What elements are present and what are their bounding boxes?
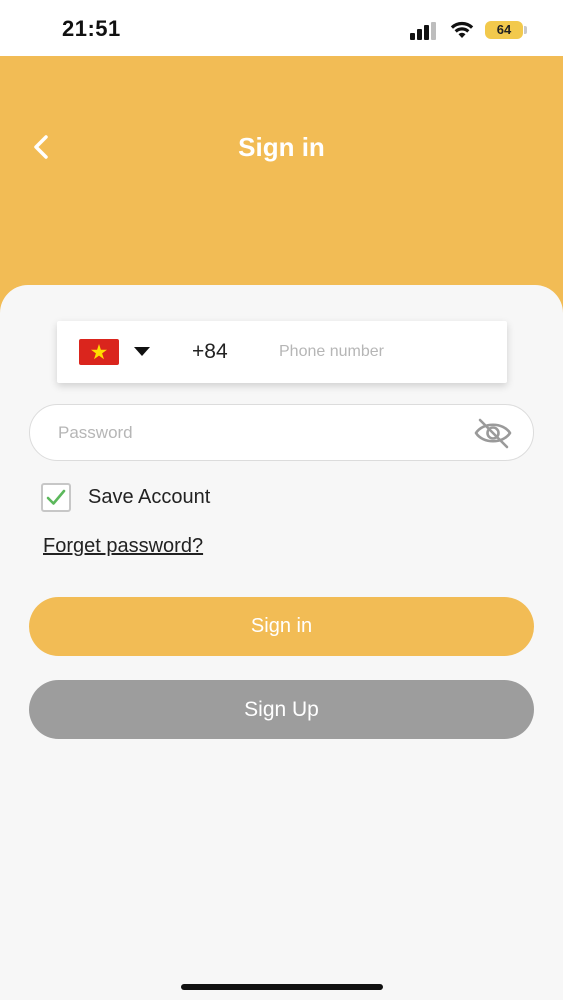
status-time: 21:51	[62, 16, 121, 41]
signal-icon	[410, 22, 436, 40]
save-account-checkbox[interactable]: Save Account	[41, 482, 210, 512]
password-field	[29, 404, 534, 461]
phone-number-row: +84	[57, 321, 507, 383]
phone-number-input[interactable]	[279, 331, 497, 373]
eye-off-icon[interactable]	[473, 416, 513, 450]
wifi-icon	[450, 21, 474, 38]
country-selector[interactable]	[57, 321, 167, 383]
save-account-label: Save Account	[88, 485, 211, 508]
country-code: +84	[192, 340, 228, 363]
battery-tip	[524, 26, 527, 34]
header: Sign in	[0, 56, 563, 316]
vietnam-flag-icon	[79, 339, 119, 365]
home-indicator	[181, 984, 383, 990]
dropdown-arrow-icon	[134, 347, 150, 356]
checkbox[interactable]	[41, 482, 71, 512]
password-input[interactable]	[58, 412, 458, 454]
checkmark-icon	[46, 489, 66, 505]
battery-icon: 64	[485, 21, 523, 39]
sign-up-button[interactable]: Sign Up	[29, 680, 534, 739]
sign-in-button[interactable]: Sign in	[29, 597, 534, 656]
forget-password-link[interactable]: Forget password?	[43, 535, 203, 558]
status-bar: 21:51 64	[0, 0, 563, 56]
page-title: Sign in	[238, 132, 325, 162]
